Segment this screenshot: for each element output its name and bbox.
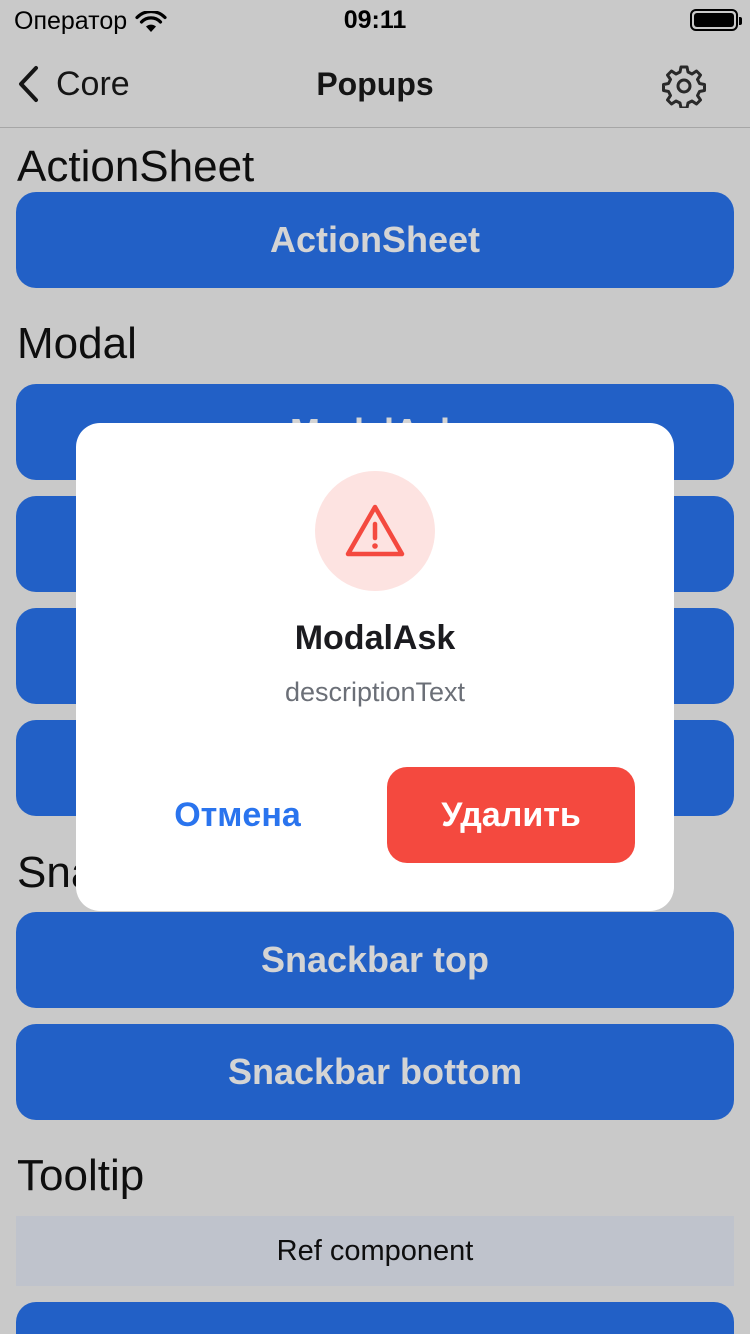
modal-ask-dialog: ModalAsk descriptionText Отмена Удалить	[76, 423, 674, 911]
warning-badge	[315, 471, 435, 591]
warning-triangle-icon	[345, 504, 405, 557]
modal-title: ModalAsk	[294, 619, 456, 657]
delete-button[interactable]: Удалить	[387, 767, 635, 863]
cancel-button[interactable]: Отмена	[116, 767, 359, 863]
modal-description: descriptionText	[284, 677, 466, 707]
